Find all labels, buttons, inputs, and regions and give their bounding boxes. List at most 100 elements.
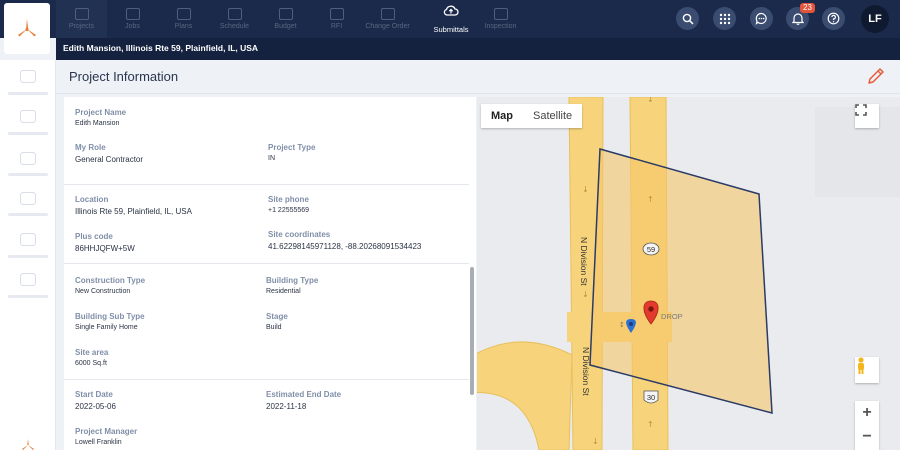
route-30-shield: 30 xyxy=(643,390,659,404)
chat-icon xyxy=(755,12,767,25)
street-label-lower: N Division St xyxy=(581,347,591,396)
help-button[interactable] xyxy=(822,7,845,30)
sidebar-item-label xyxy=(8,132,48,135)
rfi-icon xyxy=(329,8,344,20)
bell-icon xyxy=(791,13,804,25)
fullscreen-button[interactable] xyxy=(855,104,879,128)
module-tabs: Projects Jobs Plans Schedule Budget RFI … xyxy=(56,0,526,38)
page-title: Project Information xyxy=(69,69,179,84)
notification-badge: 23 xyxy=(800,3,815,13)
tab-jobs[interactable]: Jobs xyxy=(107,0,158,38)
field-project-type: Project Type IN xyxy=(268,143,316,162)
sidebar-item-label xyxy=(8,255,48,258)
field-construction-type: Construction Type New Construction xyxy=(75,276,146,295)
section-building: Construction Type New Construction Build… xyxy=(64,264,476,380)
field-site-coordinates: Site coordinates 41.62298145971128, -88.… xyxy=(268,230,422,251)
change-order-icon xyxy=(380,8,395,20)
section-basic: Project Name Edith Mansion My Role Gener… xyxy=(64,97,476,185)
map-canvas: 59 30 N Division St N Division St ↓ ↓ ↑ … xyxy=(477,97,900,450)
pencil-icon xyxy=(868,68,884,84)
field-site-area: Site area 6000 Sq.ft xyxy=(75,348,109,367)
app-logo[interactable] xyxy=(4,3,50,54)
marker-label: DROP xyxy=(661,312,683,321)
grid-icon xyxy=(719,13,730,24)
tab-inspection[interactable]: Inspection xyxy=(475,0,526,38)
field-location: Location Illinois Rte 59, Plainfield, IL… xyxy=(75,195,192,216)
field-stage: Stage Build xyxy=(266,312,288,331)
search-icon xyxy=(682,13,694,25)
site-boundary-polygon xyxy=(589,148,773,414)
plans-icon xyxy=(176,8,191,20)
map-type-toggle: Map Satellite xyxy=(481,104,583,128)
tab-rfi[interactable]: RFI xyxy=(311,0,362,38)
field-building-sub-type: Building Sub Type Single Family Home xyxy=(75,312,145,331)
sidebar-home-icon[interactable] xyxy=(20,70,36,83)
inspection-icon xyxy=(493,8,508,20)
tab-projects[interactable]: Projects xyxy=(56,0,107,38)
edit-button[interactable] xyxy=(866,66,886,86)
scrollbar-thumb[interactable] xyxy=(470,267,474,395)
field-site-phone: Site phone +1 22555569 xyxy=(268,195,310,214)
zoom-out-button[interactable]: − xyxy=(855,425,879,449)
project-info-panel: Project Name Edith Mansion My Role Gener… xyxy=(64,97,476,450)
map-type-satellite-button[interactable]: Satellite xyxy=(523,104,582,128)
street-label-upper: N Division St xyxy=(579,237,589,286)
tab-change-order[interactable]: Change Order xyxy=(362,0,413,38)
cloud-upload-icon xyxy=(443,4,459,22)
zoom-in-button[interactable]: + xyxy=(855,401,879,425)
brand-logo-icon xyxy=(18,18,36,36)
chat-button[interactable] xyxy=(750,7,773,30)
road-arrow-icon: ↓ xyxy=(592,437,599,446)
svg-text:59: 59 xyxy=(647,245,655,254)
tab-budget[interactable]: Budget xyxy=(260,0,311,38)
sidebar-settings-icon[interactable] xyxy=(20,273,36,286)
sidebar-item-label xyxy=(8,295,48,298)
road-arrow-icon: ↑ xyxy=(647,195,654,204)
sidebar-item-label xyxy=(8,173,48,176)
section-dates: Start Date 2022-05-06 Estimated End Date… xyxy=(64,380,476,450)
breadcrumb: Edith Mansion, Illinois Rte 59, Plainfie… xyxy=(56,38,900,60)
sidebar-item-label xyxy=(8,92,48,95)
field-my-role: My Role General Contractor xyxy=(75,143,144,164)
sidebar-item-label xyxy=(8,213,48,216)
sidebar-tools-icon[interactable] xyxy=(20,110,36,123)
fullscreen-icon xyxy=(855,104,867,116)
sidebar-people-icon[interactable] xyxy=(20,192,36,205)
field-project-name: Project Name Edith Mansion xyxy=(75,108,127,127)
svg-text:30: 30 xyxy=(647,393,655,402)
field-plus-code: Plus code 86HHJQFW+5W xyxy=(75,232,135,253)
tab-schedule[interactable]: Schedule xyxy=(209,0,260,38)
street-view-button[interactable] xyxy=(855,357,879,383)
field-project-manager: Project Manager Lowell Franklin xyxy=(75,427,138,446)
road-arrow-icon: ↓ xyxy=(582,290,589,299)
schedule-icon xyxy=(227,8,242,20)
search-button[interactable] xyxy=(676,7,699,30)
road-arrow-icon: ↓ xyxy=(647,97,654,104)
top-navbar: Projects Jobs Plans Schedule Budget RFI … xyxy=(0,0,900,38)
sidebar-logo-icon xyxy=(20,438,36,450)
map-type-map-button[interactable]: Map xyxy=(481,104,523,128)
jobs-icon xyxy=(125,8,140,20)
sidebar-docs-icon[interactable] xyxy=(20,152,36,165)
user-avatar[interactable]: LF xyxy=(861,5,889,33)
sidebar-files-icon[interactable] xyxy=(20,233,36,246)
section-location: Location Illinois Rte 59, Plainfield, IL… xyxy=(64,185,476,264)
tab-plans[interactable]: Plans xyxy=(158,0,209,38)
site-map[interactable]: 59 30 N Division St N Division St ↓ ↓ ↑ … xyxy=(477,97,900,450)
projects-icon xyxy=(74,8,89,20)
field-end-date: Estimated End Date 2022-11-18 xyxy=(266,390,342,411)
route-59-shield: 59 xyxy=(642,242,660,256)
page-header: Project Information xyxy=(56,60,900,94)
pegman-icon xyxy=(858,357,864,374)
breadcrumb-text: Edith Mansion, Illinois Rte 59, Plainfie… xyxy=(63,43,259,53)
budget-icon xyxy=(278,8,293,20)
help-icon xyxy=(827,12,840,25)
field-building-type: Building Type Residential xyxy=(266,276,319,295)
zoom-controls: + − xyxy=(855,401,879,450)
apps-grid-button[interactable] xyxy=(713,7,736,30)
tab-submittals[interactable]: Submittals xyxy=(427,0,475,38)
left-sidebar xyxy=(0,60,56,450)
field-start-date: Start Date 2022-05-06 xyxy=(75,390,116,411)
map-road-curve xyxy=(477,341,573,450)
road-arrow-icon: ↓ xyxy=(582,185,589,194)
